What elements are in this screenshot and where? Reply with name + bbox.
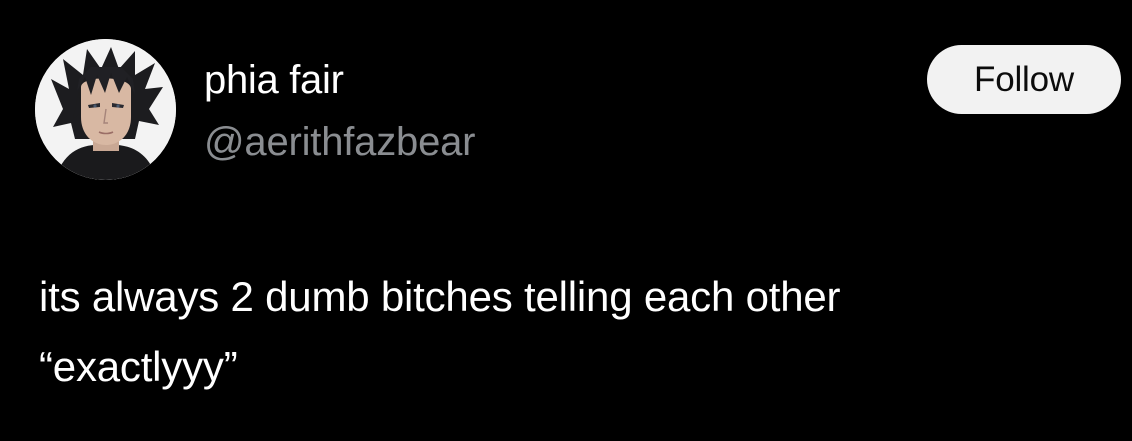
display-name[interactable]: phia fair bbox=[204, 55, 344, 105]
tweet-card: phia fair @aerithfazbear Follow its alwa… bbox=[0, 0, 1132, 441]
profile-avatar-image bbox=[35, 39, 176, 180]
user-handle[interactable]: @aerithfazbear bbox=[204, 117, 475, 167]
follow-button[interactable]: Follow bbox=[927, 45, 1121, 114]
tweet-text-line: its always 2 dumb bitches telling each o… bbox=[39, 273, 841, 320]
tweet-text: its always 2 dumb bitches telling each o… bbox=[39, 262, 1109, 402]
tweet-text-line: “exactlyyy” bbox=[39, 343, 238, 390]
avatar[interactable] bbox=[35, 39, 176, 180]
